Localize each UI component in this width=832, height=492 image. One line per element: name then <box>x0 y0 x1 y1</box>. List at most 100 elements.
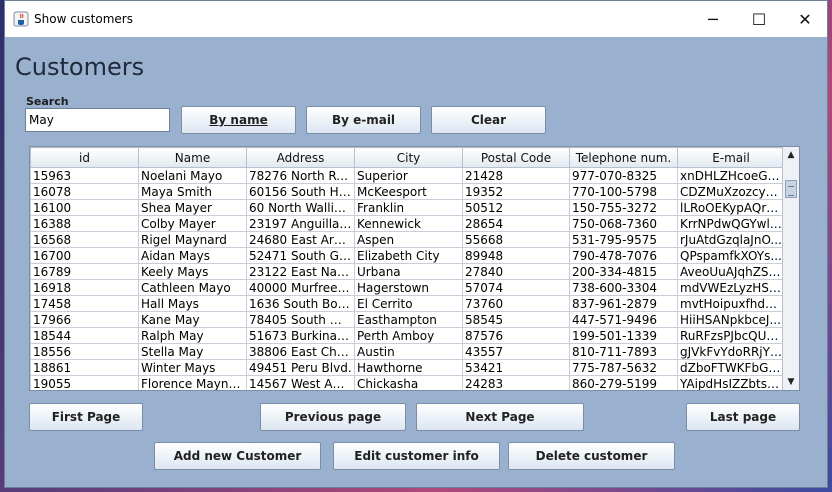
table-cell[interactable]: McKeesport <box>354 183 463 200</box>
table-row[interactable]: 18861 Winter Mays 49451 Peru Blvd. Hawthorn… <box>30 359 785 376</box>
table-row[interactable]: 19055 Florence Maynard 14567 West Ang... Ch… <box>30 375 785 390</box>
column-header[interactable]: Postal Code <box>462 147 570 168</box>
column-header[interactable]: Telephone num. <box>569 147 678 168</box>
table-cell[interactable]: 40000 Murfreesb a... <box>246 279 355 296</box>
search-input[interactable] <box>25 108 170 132</box>
table-cell[interactable]: Colby Mayer <box>138 215 247 232</box>
table-cell[interactable]: 18861 <box>30 359 139 376</box>
table-cell[interactable]: 810-711-7893 <box>569 343 678 360</box>
table-cell[interactable]: 58545 <box>462 311 570 328</box>
table-row[interactable]: 16388 Colby Mayer 23197 Anguilla St. Kennew… <box>30 215 785 232</box>
table-cell[interactable]: 23122 East Naur... <box>246 263 355 280</box>
table-cell[interactable]: 18544 <box>30 327 139 344</box>
table-cell[interactable]: 49451 Peru Blvd. <box>246 359 355 376</box>
table-cell[interactable]: mdVWEzLyzHSJ... <box>677 279 785 296</box>
scrollbar-thumb[interactable] <box>785 180 797 198</box>
table-row[interactable]: 18556 Stella May 38806 East Chel... Austin 4… <box>30 343 785 360</box>
table-cell[interactable]: 53421 <box>462 359 570 376</box>
table-row[interactable]: 16700 Aidan Mays 52471 South Gre... Elizabe… <box>30 247 785 264</box>
table-cell[interactable]: Easthampton <box>354 311 463 328</box>
table-cell[interactable]: Kennewick <box>354 215 463 232</box>
table-cell[interactable]: 16100 <box>30 199 139 216</box>
table-cell[interactable]: Perth Amboy <box>354 327 463 344</box>
table-row[interactable]: 17458 Hall Mays 1636 South Bots... El Cerri… <box>30 295 785 312</box>
table-cell[interactable]: Hawthorne <box>354 359 463 376</box>
table-cell[interactable]: Aidan Mays <box>138 247 247 264</box>
scroll-down-icon[interactable]: ▼ <box>783 374 799 390</box>
table-cell[interactable]: 16078 <box>30 183 139 200</box>
table-cell[interactable]: 60156 South Ha... <box>246 183 355 200</box>
table-cell[interactable]: dZboFTWKFbGJ... <box>677 359 785 376</box>
table-cell[interactable]: 790-478-7076 <box>569 247 678 264</box>
table-cell[interactable]: Elizabeth City <box>354 247 463 264</box>
customers-table[interactable]: id Name Address City Postal Code Telephone nu… <box>30 147 785 390</box>
table-cell[interactable]: El Cerrito <box>354 295 463 312</box>
table-cell[interactable]: 17966 <box>30 311 139 328</box>
table-cell[interactable]: 24680 East Arub... <box>246 231 355 248</box>
table-row[interactable]: 18544 Ralph May 51673 Burkina F... Perth Am… <box>30 327 785 344</box>
add-customer-button[interactable]: Add new Customer <box>154 442 321 470</box>
table-cell[interactable]: lLRoOEKypAQrC... <box>677 199 785 216</box>
table-cell[interactable]: Ralph May <box>138 327 247 344</box>
table-cell[interactable]: 38806 East Chel... <box>246 343 355 360</box>
clear-search-button[interactable]: Clear <box>431 106 546 134</box>
table-cell[interactable]: Winter Mays <box>138 359 247 376</box>
table-cell[interactable]: 16700 <box>30 247 139 264</box>
table-cell[interactable]: Superior <box>354 167 463 184</box>
table-cell[interactable]: 78405 South Moz... <box>246 311 355 328</box>
last-page-button[interactable]: Last page <box>686 403 800 431</box>
table-cell[interactable]: 1636 South Bots... <box>246 295 355 312</box>
table-cell[interactable]: QPspamfkXOYs... <box>677 247 785 264</box>
table-cell[interactable]: 770-100-5798 <box>569 183 678 200</box>
table-cell[interactable]: 43557 <box>462 343 570 360</box>
table-cell[interactable]: 60 North Wallis a... <box>246 199 355 216</box>
table-cell[interactable]: 14567 West Ang... <box>246 375 355 390</box>
table-cell[interactable]: 16918 <box>30 279 139 296</box>
table-cell[interactable]: 860-279-5199 <box>569 375 678 390</box>
previous-page-button[interactable]: Previous page <box>260 403 406 431</box>
search-by-email-button[interactable]: By e-mail <box>306 106 421 134</box>
table-row[interactable]: 16918Cathleen Mayo40000 Murfreesb a...Ha… <box>30 279 785 296</box>
table-cell[interactable]: 750-068-7360 <box>569 215 678 232</box>
delete-customer-button[interactable]: Delete customer <box>508 442 675 470</box>
table-cell[interactable]: 23197 Anguilla St. <box>246 215 355 232</box>
table-cell[interactable]: 52471 South Gre... <box>246 247 355 264</box>
table-cell[interactable]: AveoUuAJqhZSZ... <box>677 263 785 280</box>
column-header[interactable]: City <box>354 147 463 168</box>
table-cell[interactable]: 16568 <box>30 231 139 248</box>
table-cell[interactable]: 51673 Burkina F... <box>246 327 355 344</box>
column-header[interactable]: id <box>30 147 139 168</box>
next-page-button[interactable]: Next Page <box>416 403 584 431</box>
table-cell[interactable]: 19352 <box>462 183 570 200</box>
table-cell[interactable]: 50512 <box>462 199 570 216</box>
table-row[interactable]: 16100 Shea Mayer 60 North Wallis a... Frank… <box>30 199 785 216</box>
table-cell[interactable]: Florence Maynard <box>138 375 247 390</box>
table-cell[interactable]: 17458 <box>30 295 139 312</box>
table-cell[interactable]: Franklin <box>354 199 463 216</box>
table-cell[interactable]: Hagerstown <box>354 279 463 296</box>
table-cell[interactable]: 150-755-3272 <box>569 199 678 216</box>
table-cell[interactable]: Cathleen Mayo <box>138 279 247 296</box>
table-cell[interactable]: 775-787-5632 <box>569 359 678 376</box>
maximize-button[interactable]: ☐ <box>736 1 782 37</box>
table-cell[interactable]: Shea Mayer <box>138 199 247 216</box>
edit-customer-button[interactable]: Edit customer info <box>333 442 500 470</box>
table-cell[interactable]: Chickasha <box>354 375 463 390</box>
table-cell[interactable]: Maya Smith <box>138 183 247 200</box>
table-cell[interactable]: mvtHoipuxfhdgJ... <box>677 295 785 312</box>
table-cell[interactable]: 87576 <box>462 327 570 344</box>
scroll-up-icon[interactable]: ▲ <box>783 147 799 163</box>
table-cell[interactable]: 28654 <box>462 215 570 232</box>
table-cell[interactable]: Stella May <box>138 343 247 360</box>
table-cell[interactable]: RuRFzsPJbcQUx... <box>677 327 785 344</box>
table-row[interactable]: 16078 Maya Smith 60156 South Ha... McKeespo… <box>30 183 785 200</box>
table-cell[interactable]: 55668 <box>462 231 570 248</box>
table-cell[interactable]: Keely Mays <box>138 263 247 280</box>
table-cell[interactable]: YAipdHsIZZbtsU... <box>677 375 785 390</box>
table-cell[interactable]: Austin <box>354 343 463 360</box>
table-cell[interactable]: Noelani Mayo <box>138 167 247 184</box>
table-row[interactable]: 16789 Keely Mays 23122 East Naur... Urbana 2… <box>30 263 785 280</box>
table-cell[interactable]: 977-070-8325 <box>569 167 678 184</box>
table-cell[interactable]: 16789 <box>30 263 139 280</box>
table-cell[interactable]: 200-334-4815 <box>569 263 678 280</box>
